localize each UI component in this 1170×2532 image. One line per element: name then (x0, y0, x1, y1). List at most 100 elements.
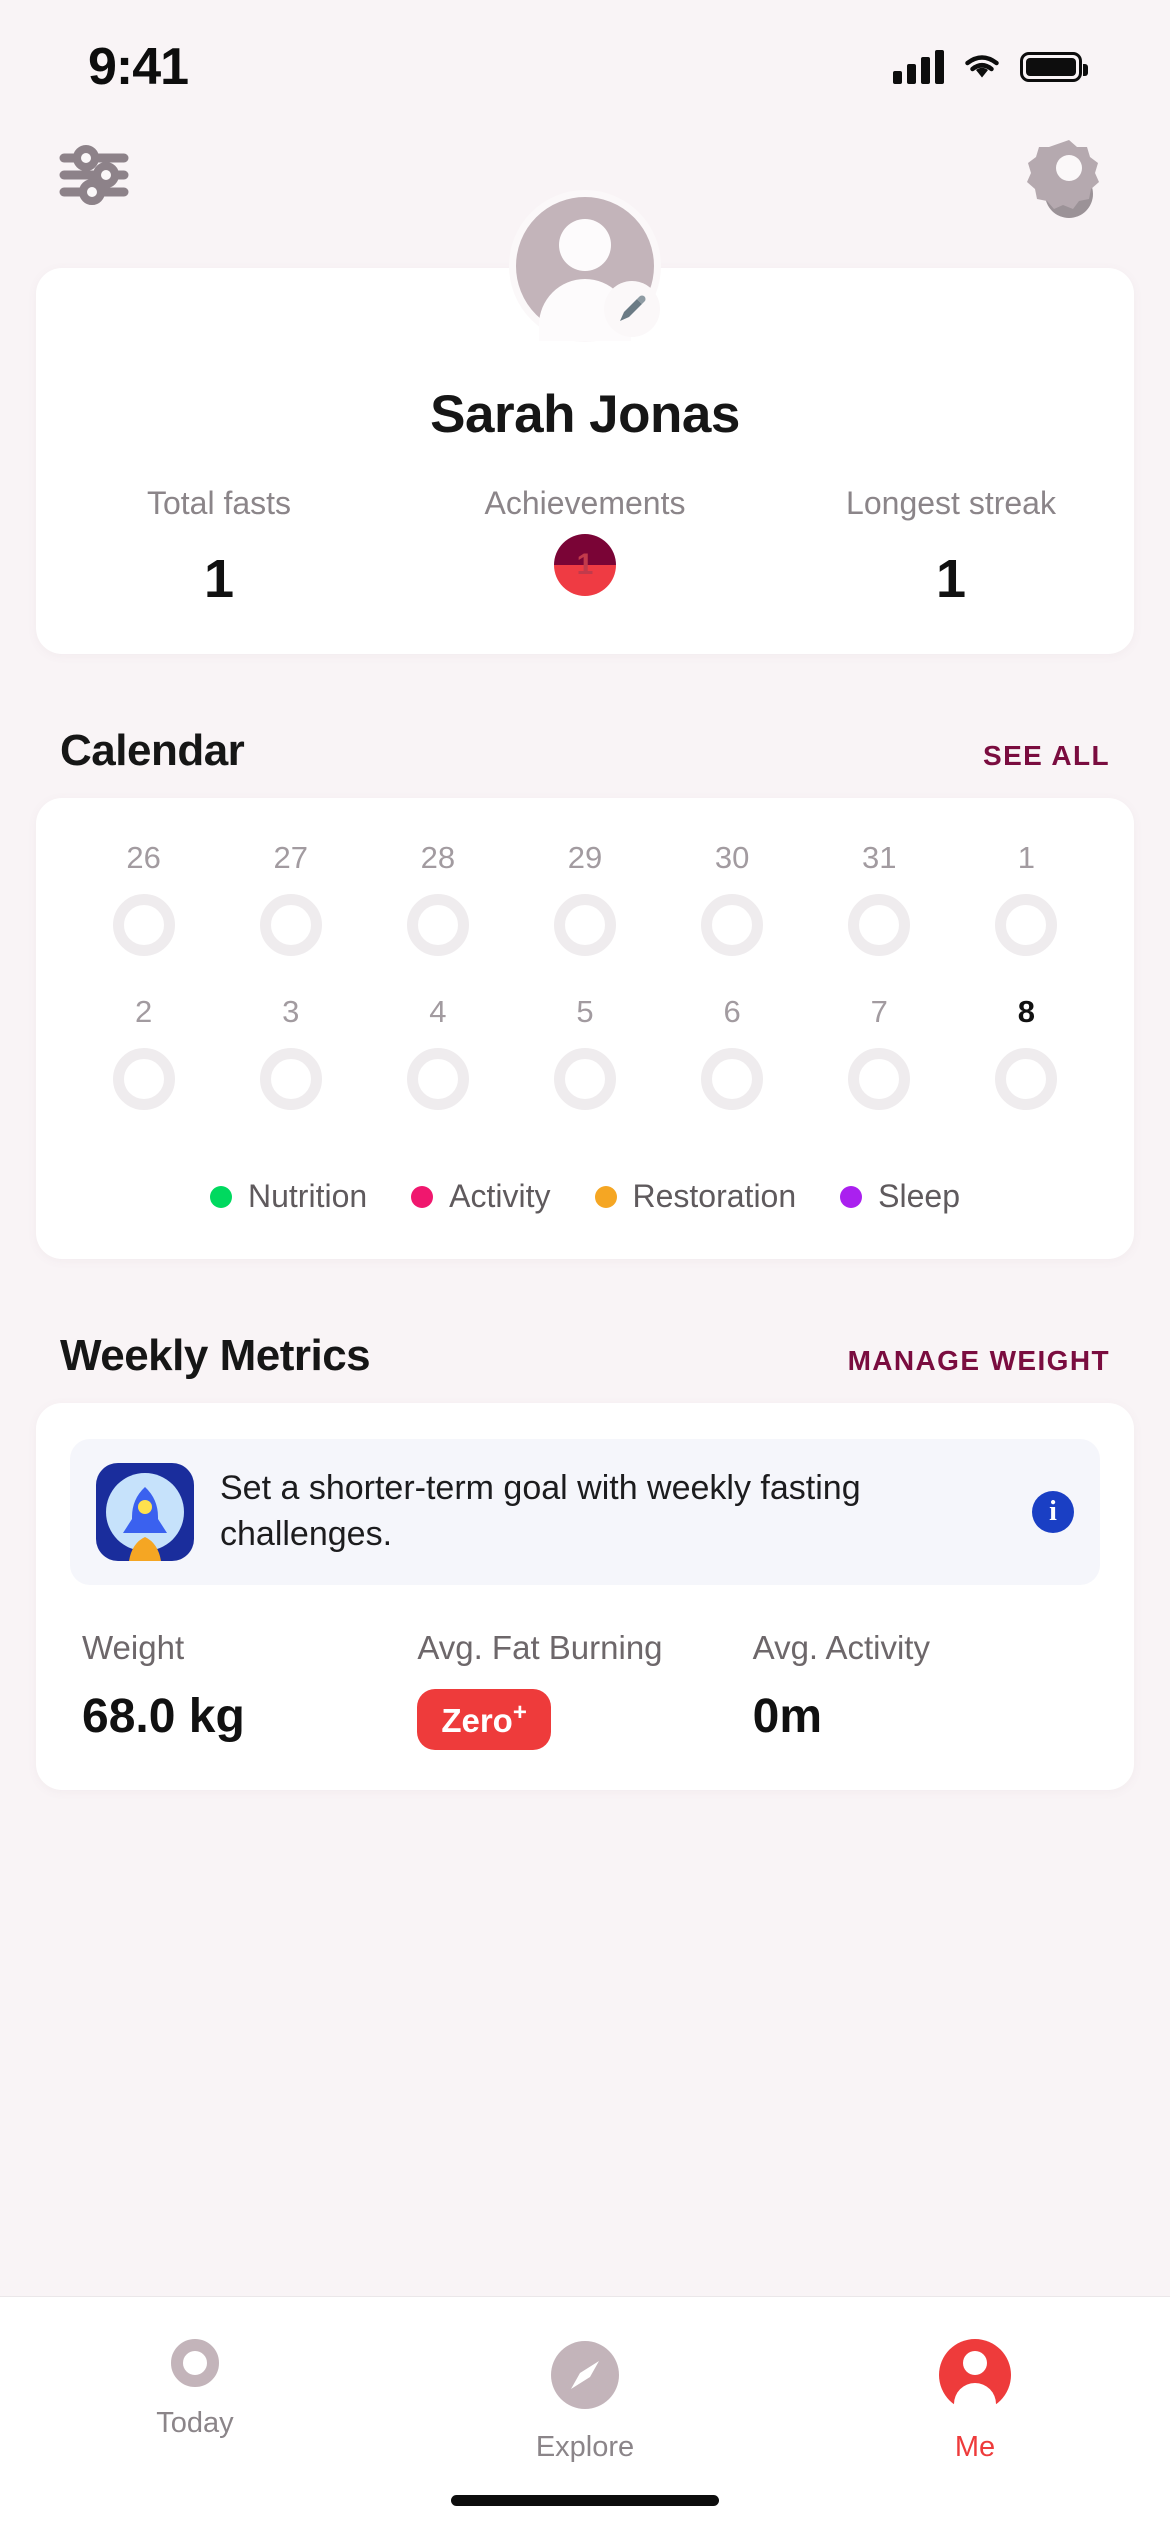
calendar-day-number: 2 (134, 994, 153, 1029)
calendar-day[interactable]: 6 (659, 994, 806, 1110)
stat-longest-streak[interactable]: Longest streak 1 (768, 485, 1134, 610)
calendar-day-ring (112, 1048, 175, 1110)
metric-fat-burning[interactable]: Avg. Fat Burning Zero+ (417, 1629, 752, 1750)
legend-dot-icon (594, 1185, 617, 1208)
status-time: 9:41 (88, 38, 189, 96)
tab-label: Explore (535, 2431, 635, 2463)
calendar-day-ring (701, 894, 764, 956)
calendar-day[interactable]: 3 (217, 994, 364, 1110)
calendar-day-ring (848, 894, 911, 956)
calendar-day[interactable]: 27 (217, 840, 364, 956)
calendar-day-ring (406, 1048, 469, 1110)
metric-weight[interactable]: Weight 68.0 kg (82, 1629, 417, 1750)
rocket-icon (96, 1463, 194, 1561)
legend-item-sleep: Sleep (818, 1178, 982, 1215)
wifi-icon (965, 55, 999, 78)
me-icon-body (954, 2383, 996, 2413)
zero-badge-text: Zero (441, 1702, 513, 1739)
legend-item-nutrition: Nutrition (188, 1178, 389, 1215)
calendar-day-number: 8 (1017, 994, 1036, 1029)
status-bar: 9:41 (0, 0, 1170, 120)
calendar-day-ring (259, 1048, 322, 1110)
challenge-promo-banner[interactable]: Set a shorter-term goal with weekly fast… (70, 1439, 1100, 1585)
metric-label: Weight (82, 1629, 185, 1666)
calendar-day-ring (701, 1048, 764, 1110)
calendar-day-ring (553, 1048, 616, 1110)
sliders-filter-icon[interactable] (58, 139, 130, 211)
person-me-icon (939, 2339, 1011, 2413)
metric-label: Avg. Activity (752, 1629, 930, 1666)
pencil-edit-icon[interactable] (604, 281, 660, 337)
calendar-day-number: 6 (723, 994, 741, 1029)
calendar-week-row: 2 3 4 5 6 7 8 (70, 994, 1100, 1110)
profile-stats: Total fasts 1 Achievements 1 Longest str… (36, 485, 1134, 610)
ring-today-icon (171, 2339, 219, 2387)
tab-me[interactable]: Me (780, 2339, 1170, 2464)
calendar-day-today[interactable]: 8 (953, 994, 1100, 1110)
profile-card: Sarah Jonas Total fasts 1 Achievements 1… (36, 190, 1134, 654)
stat-label: Achievements (484, 485, 686, 521)
calendar-day-number: 3 (282, 994, 300, 1029)
app-screen: 9:41 Sarah Jonas Total fasts 1 Achieveme… (0, 0, 1170, 2532)
legend-dot-icon (411, 1185, 434, 1208)
stat-achievements[interactable]: Achievements 1 (402, 485, 768, 610)
calendar-day-number: 28 (420, 840, 456, 875)
calendar-day[interactable]: 7 (806, 994, 953, 1110)
calendar-day-ring (406, 894, 469, 956)
calendar-day-number: 5 (576, 994, 594, 1029)
gear-settings-icon[interactable] (1026, 132, 1112, 218)
calendar-day-number: 1 (1017, 840, 1036, 875)
home-indicator (451, 2495, 719, 2506)
calendar-day[interactable]: 29 (511, 840, 658, 956)
status-icons (893, 50, 1088, 84)
calendar-day-number: 26 (126, 840, 161, 875)
calendar-day-ring (995, 894, 1058, 956)
legend-label: Activity (449, 1178, 551, 1214)
calendar-section-header: Calendar SEE ALL (0, 726, 1170, 776)
legend-label: Restoration (632, 1178, 797, 1214)
stat-label: Total fasts (146, 485, 292, 521)
stat-total-fasts[interactable]: Total fasts 1 (36, 485, 402, 610)
weekly-metrics-card: Set a shorter-term goal with weekly fast… (36, 1403, 1134, 1790)
calendar-day-number: 29 (567, 840, 603, 875)
legend-label: Sleep (878, 1178, 960, 1214)
calendar-title: Calendar (60, 726, 245, 775)
info-icon[interactable]: i (1032, 1491, 1074, 1533)
calendar-day[interactable]: 4 (364, 994, 511, 1110)
calendar-day-number: 30 (714, 840, 750, 875)
metric-label: Avg. Fat Burning (417, 1629, 663, 1666)
metric-value: 68.0 kg (82, 1690, 245, 1743)
weekly-metrics-section-header: Weekly Metrics MANAGE WEIGHT (0, 1331, 1170, 1381)
metrics-row: Weight 68.0 kg Avg. Fat Burning Zero+ Av… (70, 1629, 1100, 1750)
stat-value: 1 (935, 549, 967, 609)
promo-text: Set a shorter-term goal with weekly fast… (220, 1469, 861, 1553)
calendar-day[interactable]: 2 (70, 994, 217, 1110)
calendar-day[interactable]: 26 (70, 840, 217, 956)
calendar-grid: 26 27 28 29 30 31 1 2 3 4 5 6 7 8 (36, 798, 1134, 1144)
calendar-week-row: 26 27 28 29 30 31 1 (70, 840, 1100, 956)
achievement-badge-value: 1 (576, 548, 594, 581)
calendar-day[interactable]: 5 (511, 994, 658, 1110)
see-all-button[interactable]: SEE ALL (983, 740, 1110, 772)
calendar-day[interactable]: 1 (953, 840, 1100, 956)
calendar-day-number: 7 (870, 994, 888, 1029)
calendar-day[interactable]: 31 (806, 840, 953, 956)
me-icon-head (963, 2351, 987, 2375)
tab-explore[interactable]: Explore (390, 2339, 780, 2464)
metric-activity[interactable]: Avg. Activity 0m (753, 1629, 1088, 1750)
stat-label: Longest streak (846, 485, 1056, 521)
manage-weight-button[interactable]: MANAGE WEIGHT (848, 1345, 1110, 1377)
tab-today[interactable]: Today (0, 2339, 390, 2440)
legend-item-activity: Activity (389, 1178, 572, 1215)
person-avatar-icon[interactable] (509, 190, 661, 342)
legend-label: Nutrition (248, 1178, 368, 1214)
achievement-badge: 1 (554, 534, 616, 596)
cellular-signal-icon (893, 50, 944, 84)
compass-explore-icon (551, 2341, 619, 2409)
zero-plus-badge: Zero+ (417, 1689, 551, 1750)
calendar-day[interactable]: 28 (364, 840, 511, 956)
calendar-day[interactable]: 30 (659, 840, 806, 956)
calendar-day-number: 4 (429, 994, 447, 1029)
calendar-day-ring (995, 1048, 1058, 1110)
calendar-day-number: 31 (862, 840, 897, 875)
